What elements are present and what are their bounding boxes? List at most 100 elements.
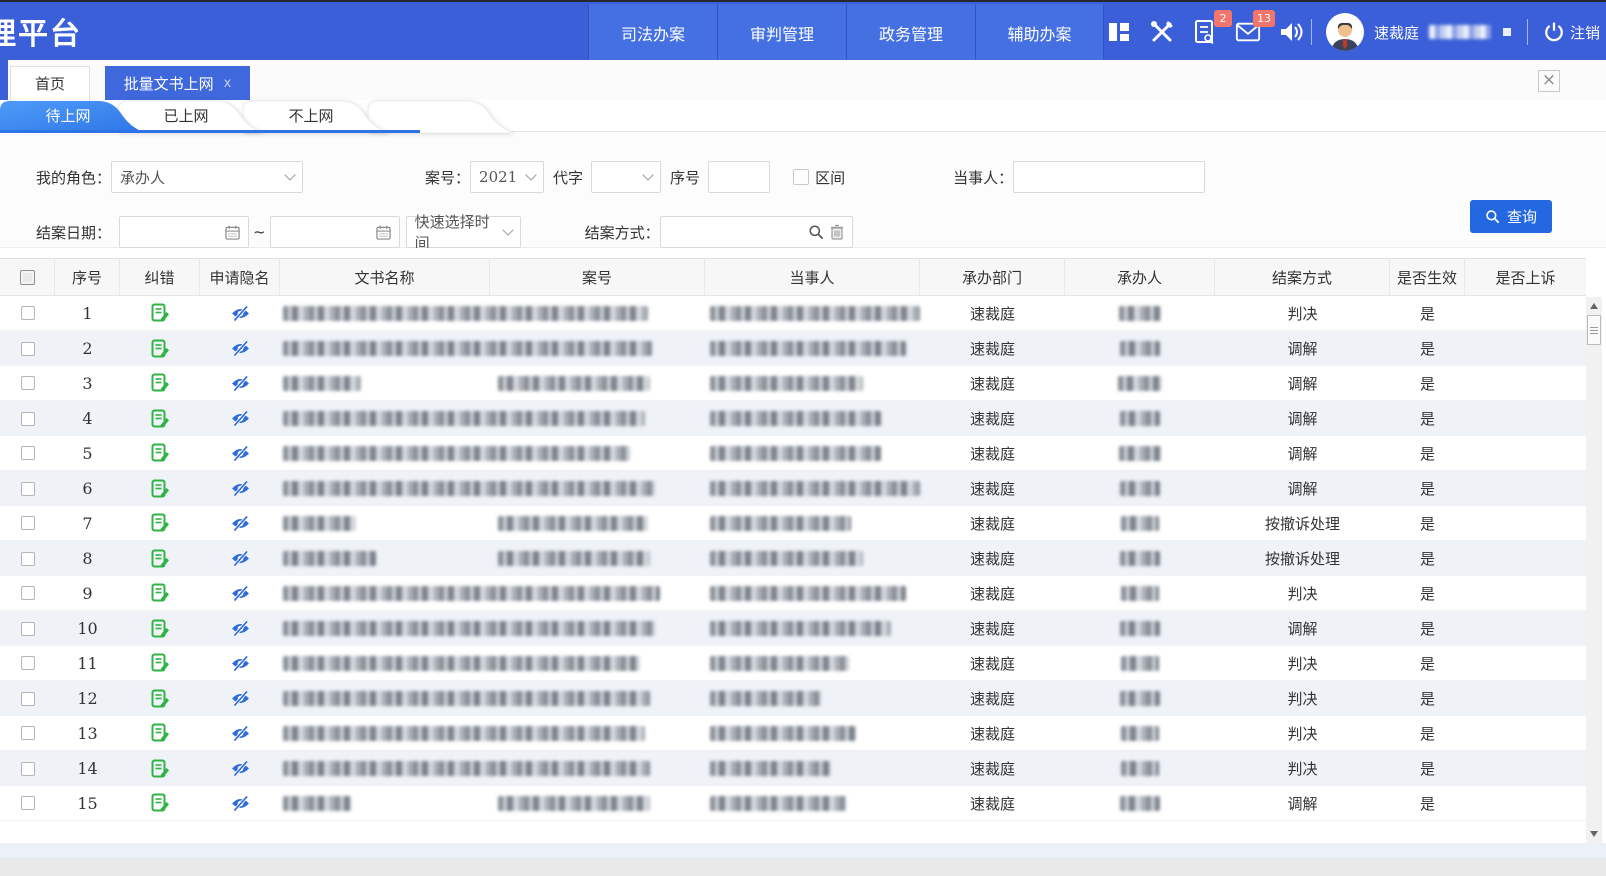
doc-correct-icon[interactable] — [120, 506, 200, 540]
logout-button[interactable]: 注销 — [1544, 22, 1600, 43]
calendar-icon[interactable] — [225, 225, 240, 240]
eye-off-icon[interactable] — [200, 611, 280, 646]
select-all-checkbox[interactable] — [20, 270, 35, 285]
table-row[interactable]: 7 速裁庭 按撤诉处理 是 — [0, 506, 1586, 541]
doc-correct-icon[interactable] — [120, 366, 200, 400]
eye-off-icon[interactable] — [200, 401, 280, 436]
eye-off-icon[interactable] — [200, 296, 280, 330]
table-row[interactable]: 5 速裁庭 调解 是 — [0, 436, 1586, 471]
eye-off-icon[interactable] — [200, 751, 280, 786]
eye-off-icon[interactable] — [200, 541, 280, 576]
doc-correct-icon[interactable] — [120, 541, 200, 576]
table-row[interactable]: 13 速裁庭 判决 是 — [0, 716, 1586, 751]
case-word-select[interactable] — [591, 161, 661, 193]
doc-correct-icon[interactable] — [120, 716, 200, 750]
eye-off-icon[interactable] — [200, 436, 280, 470]
party-input[interactable] — [1013, 161, 1205, 193]
doc-correct-icon[interactable] — [120, 751, 200, 786]
row-checkbox[interactable] — [21, 552, 35, 566]
doc-correct-icon[interactable] — [120, 401, 200, 436]
calendar-icon[interactable] — [376, 225, 391, 240]
table-row[interactable]: 2 速裁庭 调解 是 — [0, 331, 1586, 366]
row-checkbox[interactable] — [21, 796, 35, 810]
scrollbar-thumb[interactable] — [1587, 315, 1601, 345]
nav-item-gov-affairs[interactable]: 政务管理 — [846, 4, 975, 62]
row-checkbox[interactable] — [21, 656, 35, 670]
horizontal-scrollbar[interactable] — [0, 843, 1606, 858]
doc-correct-icon[interactable] — [120, 331, 200, 366]
nav-item-trial-management[interactable]: 审判管理 — [717, 4, 846, 62]
dashboard-grid-icon[interactable] — [1106, 19, 1132, 45]
subtab-pending-online[interactable]: 待上网 — [0, 100, 150, 133]
row-checkbox[interactable] — [21, 412, 35, 426]
range-checkbox[interactable] — [793, 169, 809, 185]
table-row[interactable]: 15 速裁庭 调解 是 — [0, 786, 1586, 821]
doc-correct-icon[interactable] — [120, 786, 200, 820]
eye-off-icon[interactable] — [200, 366, 280, 400]
vertical-scrollbar[interactable] — [1586, 297, 1602, 843]
row-checkbox[interactable] — [21, 516, 35, 530]
tools-icon[interactable] — [1149, 19, 1175, 45]
row-checkbox[interactable] — [21, 692, 35, 706]
eye-off-icon[interactable] — [200, 646, 280, 680]
table-row[interactable]: 9 速裁庭 判决 是 — [0, 576, 1586, 611]
doc-correct-icon[interactable] — [120, 646, 200, 680]
row-appeal — [1465, 296, 1586, 330]
trash-icon[interactable] — [830, 224, 844, 240]
row-checkbox[interactable] — [21, 622, 35, 636]
doc-correct-icon[interactable] — [120, 681, 200, 716]
mail-icon[interactable]: 13 — [1235, 19, 1261, 45]
eye-off-icon[interactable] — [200, 681, 280, 716]
row-checkbox[interactable] — [21, 726, 35, 740]
tab-home[interactable]: 首页 — [10, 66, 90, 100]
table-row[interactable]: 14 速裁庭 判决 是 — [0, 751, 1586, 786]
doc-correct-icon[interactable] — [120, 471, 200, 506]
scroll-down-arrow[interactable] — [1586, 826, 1602, 842]
avatar[interactable] — [1326, 13, 1364, 51]
doc-correct-icon[interactable] — [120, 576, 200, 610]
scroll-up-arrow[interactable] — [1586, 298, 1602, 314]
table-row[interactable]: 6 速裁庭 调解 是 — [0, 471, 1586, 506]
row-checkbox[interactable] — [21, 482, 35, 496]
tab-batch-doc-publish[interactable]: 批量文书上网 x — [105, 66, 250, 100]
eye-off-icon[interactable] — [200, 576, 280, 610]
eye-off-icon[interactable] — [200, 716, 280, 750]
search-icon[interactable] — [808, 224, 824, 240]
quick-time-select[interactable]: 快速选择时间 — [406, 216, 521, 248]
panel-close-button[interactable]: × — [1538, 70, 1560, 92]
date-range-tilde: ~ — [253, 223, 266, 241]
row-checkbox[interactable] — [21, 306, 35, 320]
doc-correct-icon[interactable] — [120, 296, 200, 330]
row-checkbox[interactable] — [21, 342, 35, 356]
row-checkbox[interactable] — [21, 762, 35, 776]
case-year-select[interactable]: 2021 — [470, 161, 544, 193]
role-select[interactable]: 承办人 — [111, 161, 303, 193]
table-row[interactable]: 10 速裁庭 调解 是 — [0, 611, 1586, 646]
nav-item-judicial-case[interactable]: 司法办案 — [588, 4, 717, 62]
eye-off-icon[interactable] — [200, 506, 280, 540]
row-checkbox[interactable] — [21, 376, 35, 390]
case-seq-input[interactable] — [708, 161, 770, 193]
eye-off-icon[interactable] — [200, 786, 280, 820]
nav-item-assist-case[interactable]: 辅助办案 — [975, 4, 1104, 62]
tab-close-icon[interactable]: x — [224, 76, 232, 91]
row-checkbox[interactable] — [21, 586, 35, 600]
eye-off-icon[interactable] — [200, 471, 280, 506]
eye-off-icon[interactable] — [200, 331, 280, 366]
table-row[interactable]: 11 速裁庭 判决 是 — [0, 646, 1586, 681]
close-date-end-input[interactable] — [270, 216, 400, 248]
close-date-start-input[interactable] — [119, 216, 249, 248]
disposal-input[interactable] — [660, 216, 853, 248]
table-row[interactable]: 12 速裁庭 判决 是 — [0, 681, 1586, 716]
table-row[interactable]: 4 速裁庭 调解 是 — [0, 401, 1586, 436]
document-tasks-icon[interactable]: 2 — [1192, 19, 1218, 45]
row-effective: 是 — [1390, 751, 1465, 786]
query-button[interactable]: 查询 — [1470, 200, 1552, 233]
doc-correct-icon[interactable] — [120, 436, 200, 470]
table-row[interactable]: 1 速裁庭 判决 是 — [0, 296, 1586, 331]
speaker-icon[interactable] — [1278, 19, 1304, 45]
table-row[interactable]: 3 速裁庭 调解 是 — [0, 366, 1586, 401]
table-row[interactable]: 8 速裁庭 按撤诉处理 是 — [0, 541, 1586, 576]
row-checkbox[interactable] — [21, 446, 35, 460]
doc-correct-icon[interactable] — [120, 611, 200, 646]
